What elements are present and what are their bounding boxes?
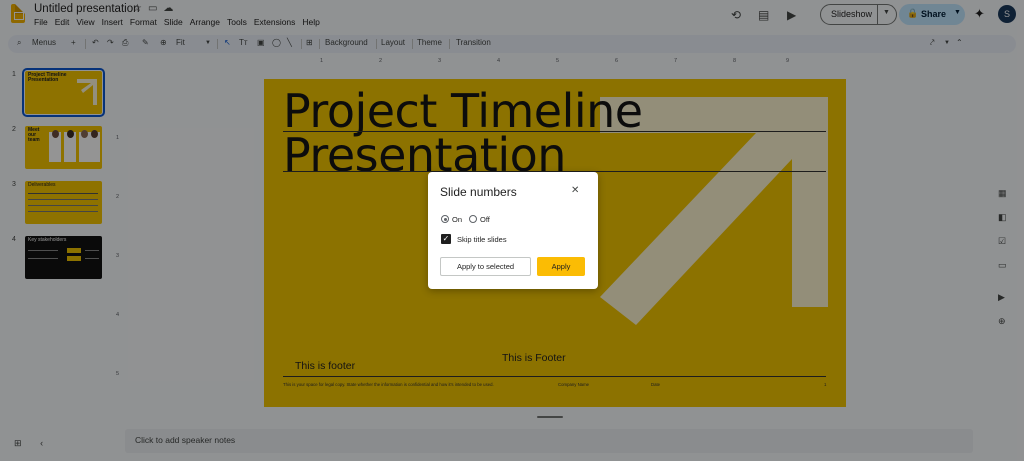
radio-on-label[interactable]: On [452,215,462,224]
dialog-title: Slide numbers [440,185,517,199]
apply-to-selected-button[interactable]: Apply to selected [440,257,531,276]
skip-title-slides-label[interactable]: Skip title slides [457,235,507,244]
close-icon[interactable]: ✕ [571,185,579,196]
slide-numbers-dialog: Slide numbers ✕ On Off ✓ Skip title slid… [428,172,598,289]
radio-on[interactable] [441,215,449,223]
apply-button[interactable]: Apply [537,257,585,276]
skip-title-slides-checkbox[interactable]: ✓ [441,234,451,244]
radio-off-label[interactable]: Off [480,215,490,224]
radio-off[interactable] [469,215,477,223]
